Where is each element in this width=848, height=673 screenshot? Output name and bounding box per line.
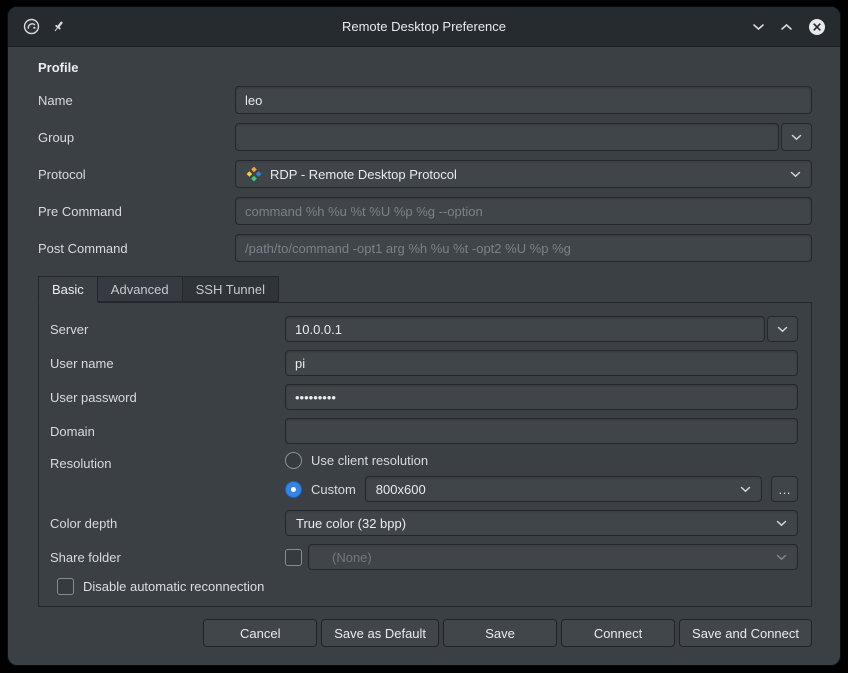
chevron-down-icon [777,326,788,333]
disable-reconnect-row: Disable automatic reconnection [57,578,798,595]
group-label: Group [38,130,235,145]
custom-resolution-select[interactable]: 800x600 [365,476,762,502]
post-command-input[interactable] [235,234,812,262]
protocol-row: Protocol RDP - Remote Desktop Protocol [38,160,812,188]
post-command-label: Post Command [38,241,235,256]
custom-resolution-value: 800x600 [376,482,426,497]
save-as-default-button[interactable]: Save as Default [321,619,439,647]
connect-button[interactable]: Connect [561,619,675,647]
user-name-label: User name [50,356,285,371]
custom-resolution-option: Custom 800x600 … [285,476,798,502]
custom-resolution-radio[interactable] [285,481,302,498]
domain-input[interactable] [285,418,798,444]
resolution-more-button[interactable]: … [771,476,798,502]
save-and-connect-button[interactable]: Save and Connect [679,619,812,647]
share-folder-row: Share folder (None) [50,544,798,570]
user-name-row: User name [50,350,798,376]
chevron-down-icon [791,134,802,141]
user-password-row: User password [50,384,798,410]
group-input[interactable] [235,123,779,151]
footer-buttons: Cancel Save as Default Save Connect Save… [38,619,812,647]
titlebar-controls [752,18,840,36]
save-button[interactable]: Save [443,619,557,647]
pre-command-row: Pre Command [38,197,812,225]
tab-bar: Basic Advanced SSH Tunnel [38,276,812,302]
chevron-down-icon [752,23,765,31]
name-input[interactable] [235,86,812,114]
resolution-label: Resolution [50,452,285,471]
disable-reconnect-checkbox[interactable] [57,578,74,595]
color-depth-value: True color (32 bpp) [296,516,406,531]
chevron-down-icon [776,520,787,527]
tab-basic[interactable]: Basic [38,276,98,303]
disable-reconnect-label: Disable automatic reconnection [83,579,264,594]
server-label: Server [50,322,285,337]
protocol-value: RDP - Remote Desktop Protocol [270,167,457,182]
post-command-row: Post Command [38,234,812,262]
share-folder-select: (None) [308,544,798,570]
chevron-down-button[interactable] [752,23,765,31]
user-password-label: User password [50,390,285,405]
server-input[interactable] [285,316,765,342]
name-label: Name [38,93,235,108]
titlebar: Remote Desktop Preference [8,7,840,47]
user-password-input[interactable] [285,384,798,410]
basic-tab-panel: Server User name User password [38,302,812,607]
color-depth-select[interactable]: True color (32 bpp) [285,510,798,536]
pin-icon[interactable] [51,19,66,34]
chevron-up-icon [780,23,793,31]
protocol-label: Protocol [38,167,235,182]
protocol-select[interactable]: RDP - Remote Desktop Protocol [235,160,812,188]
color-depth-label: Color depth [50,516,285,531]
color-depth-row: Color depth True color (32 bpp) [50,510,798,536]
group-row: Group [38,123,812,151]
share-folder-checkbox[interactable] [285,549,302,566]
pre-command-input[interactable] [235,197,812,225]
server-row: Server [50,316,798,342]
pre-command-label: Pre Command [38,204,235,219]
close-button[interactable] [808,18,826,36]
resolution-row: Resolution Use client resolution Custom … [50,452,798,502]
share-folder-value: (None) [319,550,372,565]
domain-label: Domain [50,424,285,439]
chevron-up-button[interactable] [780,23,793,31]
client-resolution-option-label: Use client resolution [311,453,428,468]
rdp-protocol-icon [246,166,262,182]
custom-resolution-option-label: Custom [311,482,356,497]
tab-advanced[interactable]: Advanced [97,276,183,302]
chevron-down-icon [776,554,787,561]
titlebar-left-icons [8,18,66,35]
name-row: Name [38,86,812,114]
chevron-down-icon [740,486,751,493]
chevron-down-icon [790,171,801,178]
window-title: Remote Desktop Preference [8,19,840,34]
cancel-button[interactable]: Cancel [203,619,317,647]
server-dropdown-button[interactable] [767,316,798,342]
client-resolution-radio[interactable] [285,452,302,469]
group-dropdown-button[interactable] [781,123,812,151]
share-folder-label: Share folder [50,550,285,565]
remote-desktop-preference-window: Remote Desktop Preference Profile [7,6,841,666]
close-icon [808,18,826,36]
profile-section-label: Profile [38,60,812,75]
app-icon [23,18,40,35]
client-resolution-option: Use client resolution [285,452,798,469]
user-name-input[interactable] [285,350,798,376]
domain-row: Domain [50,418,798,444]
tab-ssh-tunnel[interactable]: SSH Tunnel [182,276,279,302]
dialog-content: Profile Name Group Protocol [8,47,840,647]
